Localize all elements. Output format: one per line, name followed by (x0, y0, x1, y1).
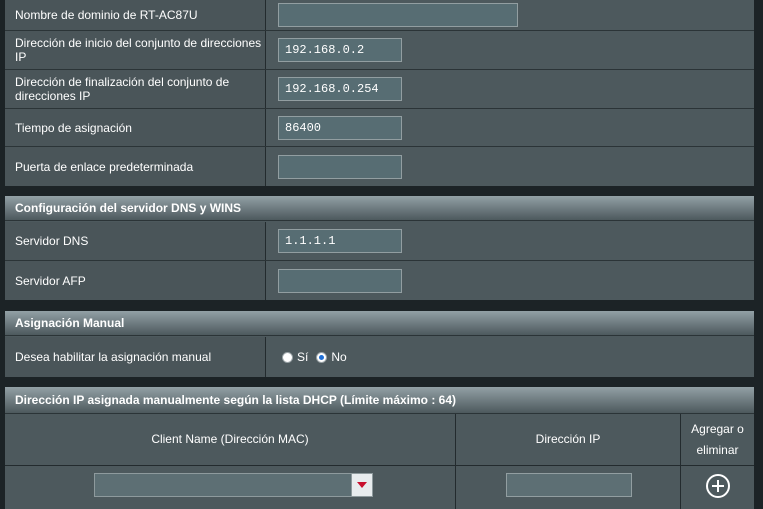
dns-server-label: Servidor DNS (5, 222, 266, 260)
afp-server-label: Servidor AFP (5, 261, 266, 300)
settings-panel: Nombre de dominio de RT-AC87U Dirección … (5, 0, 754, 509)
dhcp-list-section-title: Dirección IP asignada manualmente según … (5, 387, 754, 414)
client-mac-select[interactable] (94, 473, 373, 497)
lease-time-label: Tiempo de asignación (5, 109, 266, 146)
gateway-label: Puerta de enlace predeterminada (5, 147, 266, 186)
radio-no[interactable]: No (316, 350, 347, 364)
pool-start-input[interactable] (278, 38, 402, 62)
row-pool-end: Dirección de finalización del conjunto d… (5, 70, 754, 108)
manual-assignment-section-title: Asignación Manual (5, 311, 754, 336)
col-header-action: Agregar o eliminar (691, 421, 744, 457)
lease-time-input[interactable] (278, 115, 402, 140)
row-gateway: Puerta de enlace predeterminada (5, 147, 754, 186)
dhcp-ip-input[interactable] (506, 473, 632, 497)
pool-end-input[interactable] (278, 77, 402, 101)
domain-name-label: Nombre de dominio de RT-AC87U (5, 0, 266, 30)
dns-wins-section-title: Configuración del servidor DNS y WINS (5, 196, 754, 221)
dns-server-input[interactable] (278, 229, 402, 253)
radio-yes[interactable]: Sí (282, 350, 308, 364)
row-enable-manual: Desea habilitar la asignación manual Sí … (5, 337, 754, 377)
radio-no-label: No (331, 350, 347, 364)
domain-name-input[interactable] (278, 3, 518, 27)
pool-start-label: Dirección de inicio del conjunto de dire… (5, 31, 266, 69)
col-header-client: Client Name (Dirección MAC) (151, 432, 309, 446)
radio-yes-label: Sí (297, 350, 309, 364)
afp-server-input[interactable] (278, 268, 402, 293)
row-pool-start: Dirección de inicio del conjunto de dire… (5, 31, 754, 69)
row-domain-name: Nombre de dominio de RT-AC87U (5, 0, 754, 30)
row-dns-server: Servidor DNS (5, 222, 754, 260)
pool-end-label: Dirección de finalización del conjunto d… (5, 70, 266, 108)
row-afp-server: Servidor AFP (5, 261, 754, 300)
enable-manual-label: Desea habilitar la asignación manual (5, 337, 266, 377)
col-header-ip: Dirección IP (535, 432, 601, 446)
radio-no-icon[interactable] (316, 351, 328, 363)
radio-yes-icon[interactable] (282, 351, 293, 363)
gateway-input[interactable] (278, 154, 402, 179)
chevron-down-icon[interactable] (351, 474, 372, 496)
add-entry-plus-icon[interactable] (706, 474, 730, 498)
row-lease-time: Tiempo de asignación (5, 109, 754, 146)
